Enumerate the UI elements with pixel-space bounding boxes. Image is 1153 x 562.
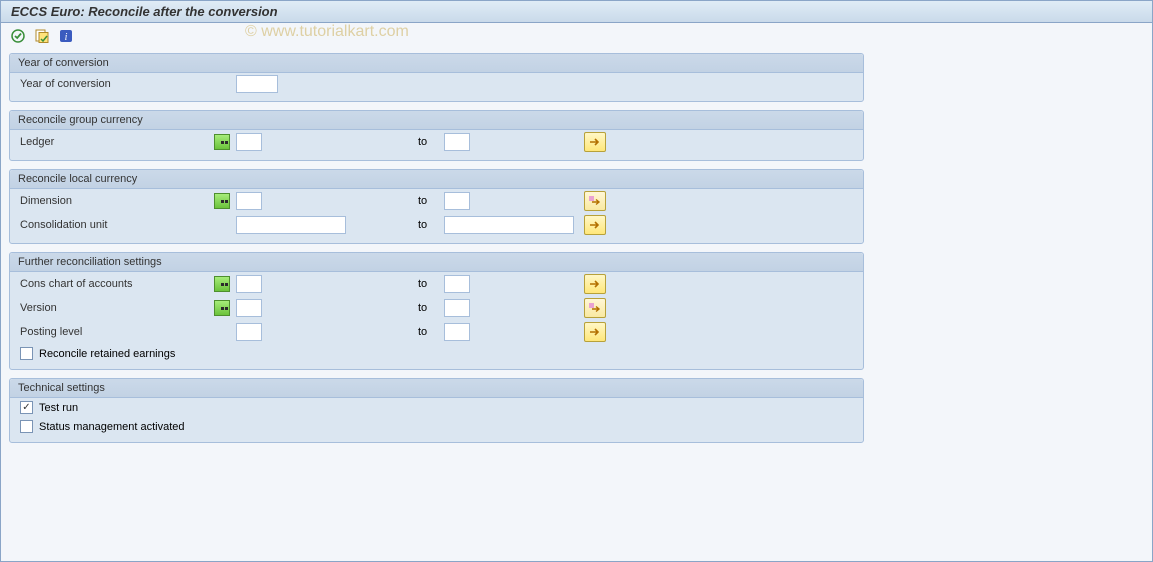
label-test-run: Test run: [39, 402, 78, 414]
svg-text:i: i: [65, 32, 68, 43]
label-to: to: [418, 278, 440, 290]
label-version: Version: [16, 302, 214, 314]
select-option-icon[interactable]: [214, 300, 230, 316]
label-posting-level: Posting level: [16, 326, 214, 338]
group-header-further: Further reconciliation settings: [10, 253, 863, 272]
group-header-group-currency: Reconcile group currency: [10, 111, 863, 130]
label-to: to: [418, 219, 440, 231]
group-group-currency: Reconcile group currency Ledger to: [9, 110, 864, 161]
group-header-local-currency: Reconcile local currency: [10, 170, 863, 189]
input-year[interactable]: [236, 75, 278, 93]
toolbar: i © www.tutorialkart.com: [1, 23, 1152, 49]
label-to: to: [418, 302, 440, 314]
select-option-icon[interactable]: [214, 276, 230, 292]
execute-icon[interactable]: [9, 27, 27, 45]
group-further: Further reconciliation settings Cons cha…: [9, 252, 864, 370]
label-year: Year of conversion: [16, 78, 214, 90]
sap-window: ECCS Euro: Reconcile after the conversio…: [0, 0, 1153, 562]
row-version: Version to: [10, 296, 863, 320]
label-reconcile-retained: Reconcile retained earnings: [39, 348, 175, 360]
input-coa-to[interactable]: [444, 275, 470, 293]
multi-select-button[interactable]: [584, 191, 606, 211]
row-consolidation-unit: Consolidation unit to: [10, 213, 863, 237]
label-status-mgmt: Status management activated: [39, 421, 185, 433]
group-header-technical: Technical settings: [10, 379, 863, 398]
input-cu-to[interactable]: [444, 216, 574, 234]
label-to: to: [418, 326, 440, 338]
input-cu-from[interactable]: [236, 216, 346, 234]
label-to: to: [418, 136, 440, 148]
checkbox-status-mgmt[interactable]: [20, 420, 33, 433]
label-ledger: Ledger: [16, 136, 214, 148]
window-title: ECCS Euro: Reconcile after the conversio…: [11, 4, 278, 19]
row-coa: Cons chart of accounts to: [10, 272, 863, 296]
group-header-year: Year of conversion: [10, 54, 863, 73]
multi-select-button[interactable]: [584, 322, 606, 342]
row-dimension: Dimension to: [10, 189, 863, 213]
input-version-to[interactable]: [444, 299, 470, 317]
row-posting-level: Posting level to: [10, 320, 863, 344]
row-reconcile-retained: Reconcile retained earnings: [10, 344, 863, 363]
input-dimension-from[interactable]: [236, 192, 262, 210]
label-to: to: [418, 195, 440, 207]
window-title-bar: ECCS Euro: Reconcile after the conversio…: [1, 1, 1152, 23]
label-coa: Cons chart of accounts: [16, 278, 214, 290]
info-icon[interactable]: i: [57, 27, 75, 45]
input-plevel-to[interactable]: [444, 323, 470, 341]
row-ledger: Ledger to: [10, 130, 863, 154]
multi-select-button[interactable]: [584, 132, 606, 152]
variant-icon[interactable]: [33, 27, 51, 45]
input-ledger-to[interactable]: [444, 133, 470, 151]
select-option-icon[interactable]: [214, 193, 230, 209]
input-dimension-to[interactable]: [444, 192, 470, 210]
row-year: Year of conversion: [10, 73, 863, 95]
group-year: Year of conversion Year of conversion: [9, 53, 864, 102]
group-local-currency: Reconcile local currency Dimension to Co…: [9, 169, 864, 244]
row-test-run: Test run: [10, 398, 863, 417]
input-version-from[interactable]: [236, 299, 262, 317]
watermark: © www.tutorialkart.com: [245, 23, 409, 41]
checkbox-test-run[interactable]: [20, 401, 33, 414]
input-plevel-from[interactable]: [236, 323, 262, 341]
select-option-icon[interactable]: [214, 134, 230, 150]
multi-select-button[interactable]: [584, 274, 606, 294]
multi-select-button[interactable]: [584, 298, 606, 318]
input-ledger-from[interactable]: [236, 133, 262, 151]
row-status-mgmt: Status management activated: [10, 417, 863, 436]
multi-select-button[interactable]: [584, 215, 606, 235]
input-coa-from[interactable]: [236, 275, 262, 293]
content-area: Year of conversion Year of conversion Re…: [1, 49, 1152, 459]
group-technical: Technical settings Test run Status manag…: [9, 378, 864, 443]
checkbox-reconcile-retained[interactable]: [20, 347, 33, 360]
label-consolidation-unit: Consolidation unit: [16, 219, 214, 231]
label-dimension: Dimension: [16, 195, 214, 207]
